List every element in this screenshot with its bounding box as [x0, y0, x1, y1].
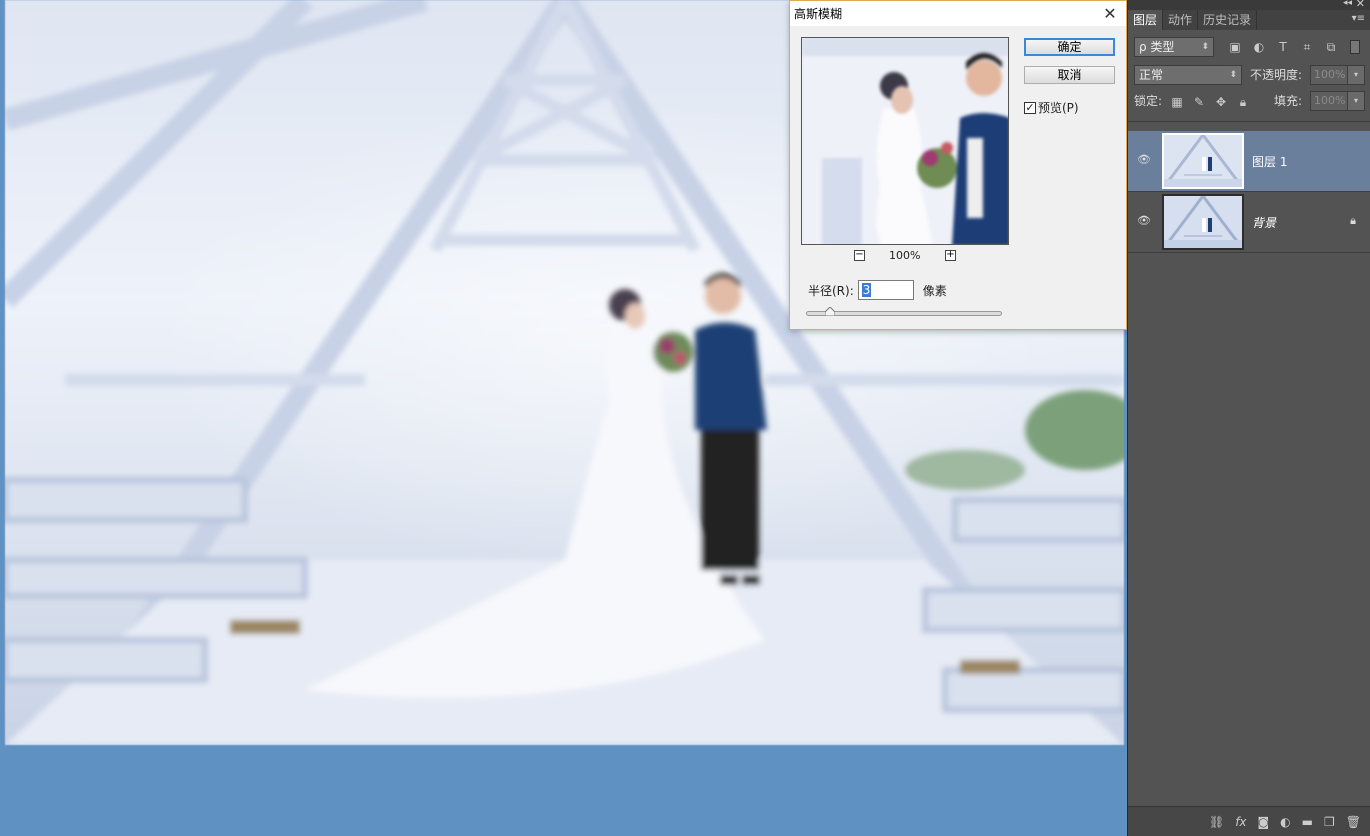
panel-close-icon[interactable]: ✕ [1356, 0, 1365, 10]
fill-label: 填充: [1274, 94, 1303, 108]
layer-thumbnail [1162, 194, 1244, 250]
layers-panel: ◂◂ ✕ 图层 动作 历史记录 ▾≡ ρ 类型 ⬍ ▣ ◐ T ⌗ ⧉ 正常 ⬍ 不… [1127, 0, 1370, 836]
fill-dropdown-icon[interactable]: ▾ [1347, 91, 1365, 111]
layer-filter-select[interactable]: ρ 类型 ⬍ [1134, 37, 1214, 57]
radius-unit: 像素 [922, 283, 947, 298]
panel-divider [1128, 121, 1370, 122]
panel-footer: ⛓ fx ◙ ◐ ▬ ❐ 🗑︎ [1128, 806, 1370, 836]
image-filter-icon[interactable]: ▣ [1228, 40, 1242, 54]
lock-move-icon[interactable]: ✥ [1214, 95, 1228, 109]
panel-menu-icon[interactable]: ▾≡ [1352, 13, 1365, 24]
shape-filter-icon[interactable]: ⌗ [1300, 40, 1314, 54]
blur-preview[interactable] [801, 37, 1009, 245]
photoshop-window: 高斯模糊 ✕ − 100% + 确定 取消 ✓ 预览(P) 半径(R): 3 像… [0, 0, 1370, 836]
adjustment-icon[interactable]: ◐ [1280, 815, 1290, 829]
radius-input[interactable]: 3 [857, 280, 914, 300]
lock-transparent-icon[interactable]: ▦ [1170, 95, 1184, 109]
cancel-button[interactable]: 取消 [1024, 66, 1115, 84]
smart-object-filter-icon[interactable]: ⧉ [1324, 40, 1338, 54]
thumbnail-image [1164, 196, 1242, 248]
blend-mode-select[interactable]: 正常 ⬍ [1134, 65, 1242, 85]
select-arrow-icon: ⬍ [1201, 42, 1209, 52]
lock-all-icon[interactable]: 🔒︎ [1236, 95, 1250, 109]
fx-icon[interactable]: fx [1235, 815, 1246, 829]
blend-mode-value: 正常 [1139, 68, 1164, 82]
opacity-dropdown-icon[interactable]: ▾ [1347, 65, 1365, 85]
visibility-eye-icon[interactable]: 👁︎ [1137, 214, 1151, 228]
zoom-in-button[interactable]: + [945, 250, 956, 261]
dialog-title: 高斯模糊 [794, 7, 843, 21]
zoom-level: 100% [889, 249, 921, 262]
trash-icon[interactable]: 🗑︎ [1346, 815, 1361, 829]
radius-label: 半径(R): [808, 283, 854, 298]
layer-row-layer1[interactable]: 👁︎ 图层 1 [1128, 131, 1370, 192]
adjustment-filter-icon[interactable]: ◐ [1252, 40, 1266, 54]
tab-history[interactable]: 历史记录 [1198, 10, 1258, 30]
opacity-input[interactable]: 100% [1310, 65, 1348, 85]
group-folder-icon[interactable]: ▬ [1302, 815, 1313, 829]
layer-row-background[interactable]: 👁︎ 背景 🔒︎ [1128, 192, 1370, 253]
tab-layers[interactable]: 图层 [1128, 10, 1164, 30]
close-icon[interactable]: ✕ [1100, 4, 1120, 24]
layer-name: 图层 1 [1252, 155, 1288, 169]
tab-actions[interactable]: 动作 [1163, 10, 1199, 30]
layer-name: 背景 [1252, 216, 1277, 230]
preview-image [802, 38, 1008, 244]
zoom-out-button[interactable]: − [854, 250, 865, 261]
checkmark-icon[interactable]: ✓ [1024, 101, 1036, 114]
radius-slider[interactable] [806, 307, 1002, 316]
lock-row: 锁定: ▦ ✎ ✥ 🔒︎ 填充: 100% ▾ [1128, 89, 1370, 117]
filter-row: ρ 类型 ⬍ ▣ ◐ T ⌗ ⧉ [1128, 33, 1370, 61]
opacity-label: 不透明度: [1250, 68, 1303, 82]
select-arrow-icon: ⬍ [1229, 70, 1237, 80]
slider-thumb-icon[interactable] [825, 307, 836, 316]
layer-thumbnail [1162, 133, 1244, 189]
link-icon[interactable]: ⛓ [1209, 815, 1224, 829]
layer-filter-value: ρ 类型 [1139, 40, 1175, 54]
collapse-icon[interactable]: ◂◂ [1343, 0, 1352, 8]
ok-button[interactable]: 确定 [1024, 38, 1115, 56]
radius-value: 3 [861, 283, 872, 297]
visibility-eye-icon[interactable]: 👁︎ [1137, 153, 1151, 167]
thumbnail-image [1164, 135, 1242, 187]
preview-label: 预览(P) [1038, 101, 1079, 115]
type-filter-icon[interactable]: T [1276, 40, 1290, 54]
panel-tabs: 图层 动作 历史记录 ▾≡ [1128, 10, 1370, 30]
lock-paint-icon[interactable]: ✎ [1192, 95, 1206, 109]
workspace: 高斯模糊 ✕ − 100% + 确定 取消 ✓ 预览(P) 半径(R): 3 像… [0, 0, 1127, 836]
gaussian-blur-dialog: 高斯模糊 ✕ − 100% + 确定 取消 ✓ 预览(P) 半径(R): 3 像… [789, 0, 1127, 330]
mask-icon[interactable]: ◙ [1258, 815, 1270, 829]
new-layer-icon[interactable]: ❐ [1324, 815, 1335, 829]
radius-row: 半径(R): 3 像素 [808, 280, 947, 300]
dialog-titlebar[interactable]: 高斯模糊 ✕ [790, 1, 1126, 26]
blend-row: 正常 ⬍ 不透明度: 100% ▾ [1128, 61, 1370, 89]
lock-label: 锁定: [1134, 94, 1163, 108]
panel-header-strip: ◂◂ ✕ [1128, 0, 1370, 10]
layer-lock-icon[interactable]: 🔒︎ [1350, 214, 1356, 228]
filter-toggle-icon[interactable] [1350, 40, 1360, 54]
preview-checkbox[interactable]: ✓ 预览(P) [1024, 99, 1079, 116]
fill-input[interactable]: 100% [1310, 91, 1348, 111]
